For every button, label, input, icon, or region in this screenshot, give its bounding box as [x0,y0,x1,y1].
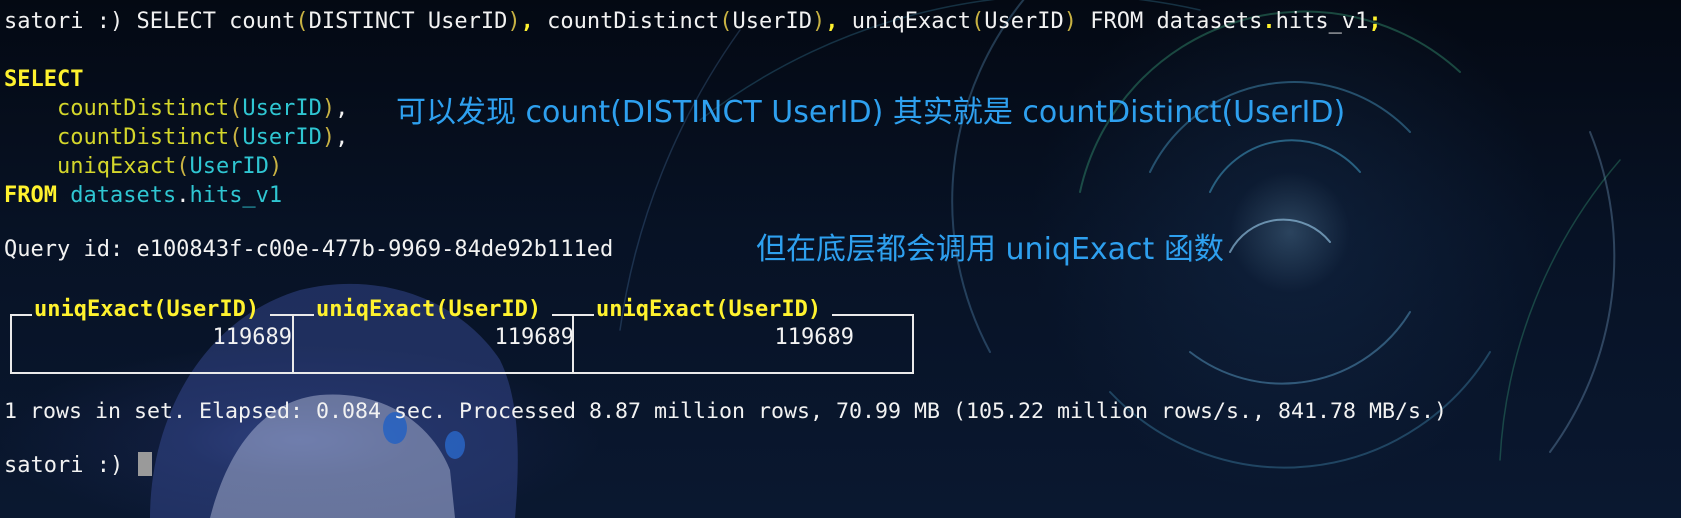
cmd-segment: ) [1063,9,1077,34]
query-column-2: countDistinct(UserID), [56,125,349,150]
text-cursor [138,452,153,476]
cmd-segment: DISTINCT UserID [308,9,508,34]
query-column-3: uniqExact(UserID) [56,154,283,179]
cmd-segment: countDistinct [547,9,720,34]
column-arg: UserID [189,154,269,179]
result-column: uniqExact(UserID) 119689 [572,297,912,372]
annotation-note-1: 可以发现 count(DISTINCT UserID) 其实就是 countDi… [396,95,1346,130]
cmd-segment: , [520,9,548,34]
query-from-line: FROM datasets.hits_v1 [4,183,283,208]
input-line[interactable]: satori :) [4,452,153,480]
query-column-1: countDistinct(UserID), [56,96,349,121]
column-header: uniqExact(UserID) [596,297,822,322]
cmd-segment: . [1262,9,1276,34]
function-name: countDistinct [56,96,230,121]
cmd-segment: UserID [732,9,813,34]
cmd-segment: uniqExact [851,9,971,34]
cmd-segment: ) [812,9,826,34]
function-name: countDistinct [56,125,230,150]
column-header: uniqExact(UserID) [316,297,542,322]
database-name: datasets [70,183,177,208]
cmd-segment: SELECT count [123,9,296,34]
prompt: satori :) [4,453,124,478]
result-column: uniqExact(UserID) 119689 [292,297,594,372]
column-arg: UserID [242,96,322,121]
column-arg: UserID [242,125,322,150]
cmd-segment: ( [970,9,985,34]
table-name: hits_v1 [189,183,283,208]
cmd-segment: FROM datasets [1076,9,1263,34]
column-header: uniqExact(UserID) [34,297,260,322]
cell-value: 119689 [494,325,574,350]
query-id-line: Query id: e100843f-c00e-477b-9969-84de92… [4,237,614,262]
query-select-line: SELECT [4,66,83,94]
terminal-window[interactable]: satori :) SELECT count(DISTINCT UserID),… [0,0,1681,518]
result-column: uniqExact(UserID) 119689 [12,297,312,372]
annotation-note-2: 但在底层都会调用 uniqExact 函数 [756,232,1224,267]
cmd-segment: , [825,9,852,34]
cmd-segment: hits_v1 [1275,9,1369,34]
cmd-segment: ; [1368,9,1382,34]
cmd-segment: ) [507,9,521,34]
cell-value: 119689 [774,325,854,350]
function-name: uniqExact [56,154,177,179]
cmd-segment: UserID [984,9,1064,34]
command-line: satori :) SELECT count(DISTINCT UserID),… [4,8,1382,36]
cmd-segment: ( [295,9,309,34]
result-table: uniqExact(UserID) 119689 uniqExact(UserI… [10,297,914,374]
prompt: satori :) [4,9,124,34]
cmd-segment: ( [719,9,733,34]
summary-line: 1 rows in set. Elapsed: 0.084 sec. Proce… [4,399,1448,424]
cell-value: 119689 [212,325,292,350]
from-keyword: FROM [4,183,57,208]
select-keyword: SELECT [4,67,84,92]
